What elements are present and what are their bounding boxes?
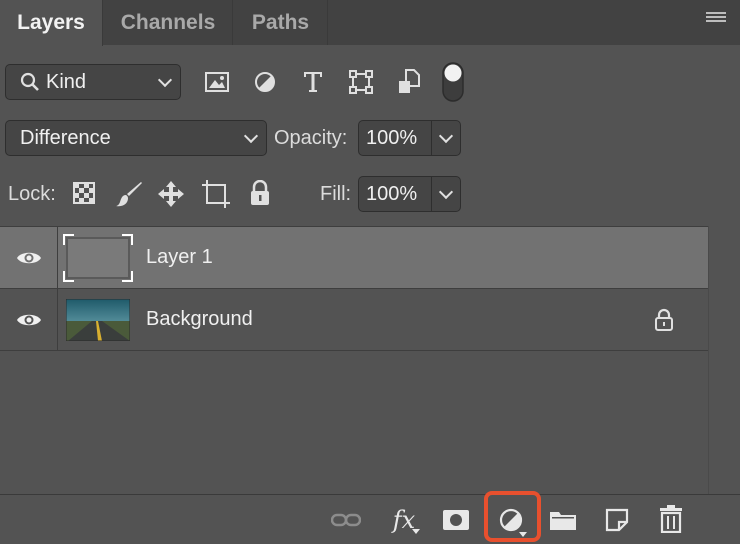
lock-label: Lock: [8,183,56,205]
layer-row-layer-1[interactable]: Layer 1 [0,227,708,289]
panel-tab-bar: Layers Channels Paths [0,0,740,46]
layer-locked-icon[interactable] [654,308,674,332]
lock-position-icon[interactable] [157,179,185,209]
eye-icon [16,314,41,326]
filter-toggle-icon[interactable] [442,62,464,102]
layers-list: Layer 1 Background [0,226,708,494]
lock-all-icon[interactable] [248,179,272,207]
layer-row-background[interactable]: Background [0,289,708,351]
filter-kind-label: Kind [46,70,87,93]
chevron-down-icon [157,72,173,88]
fill-input[interactable]: 100% [358,176,432,212]
layer-name[interactable]: Layer 1 [146,246,213,269]
panel-menu-icon[interactable] [706,12,726,26]
visibility-toggle[interactable] [0,227,58,289]
prevent-autonest-icon[interactable] [201,179,231,209]
chevron-down-icon [438,128,454,144]
smart-object-filter-icon[interactable] [396,68,422,96]
fx-icon[interactable]: fx [386,503,422,537]
lock-transparent-pixels-icon[interactable] [72,181,96,205]
fill-label: Fill: [320,183,352,205]
selection-corners-icon [63,234,133,282]
delete-layer-icon[interactable] [657,503,685,535]
eye-icon [16,252,41,264]
fill-dropdown-button[interactable] [431,176,461,212]
link-layers-icon[interactable] [330,507,362,533]
adjustment-filter-icon[interactable] [252,70,278,94]
shape-filter-icon[interactable] [348,70,374,94]
new-layer-icon[interactable] [602,505,632,535]
new-group-icon[interactable] [548,507,578,533]
tab-paths[interactable]: Paths [234,0,328,45]
image-filter-icon[interactable] [204,70,230,94]
blend-mode-value: Difference [20,126,111,149]
filter-kind-select[interactable]: Kind [5,64,181,100]
add-mask-icon[interactable] [441,507,471,533]
blend-mode-select[interactable]: Difference [5,120,267,156]
layers-scrollbar[interactable] [708,226,740,494]
type-filter-icon[interactable] [300,70,326,94]
opacity-value: 100% [366,126,418,149]
layer-thumbnail [63,234,133,282]
search-icon [20,72,39,91]
opacity-input[interactable]: 100% [358,120,432,156]
chevron-down-icon [438,184,454,200]
layers-footer-toolbar: fx [0,494,740,544]
opacity-label: Opacity: [274,127,348,149]
tab-layers[interactable]: Layers [0,0,103,46]
visibility-toggle[interactable] [0,289,58,351]
lock-image-pixels-icon[interactable] [114,179,144,209]
layer-thumbnail [65,298,131,342]
opacity-dropdown-button[interactable] [431,120,461,156]
fill-value: 100% [366,182,418,205]
tab-channels[interactable]: Channels [104,0,233,45]
layer-name[interactable]: Background [146,308,253,331]
highlight-box [484,491,541,542]
chevron-down-icon [243,128,259,144]
